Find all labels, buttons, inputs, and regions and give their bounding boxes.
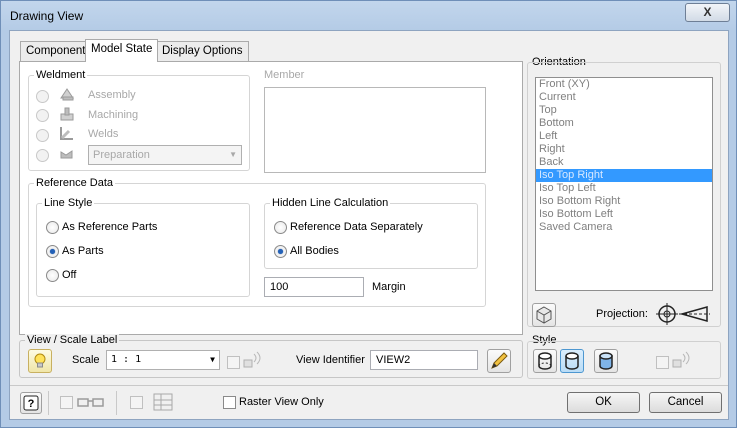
weldment-welds-label: Welds bbox=[88, 128, 119, 140]
model-state-panel: Weldment Assembly Machining Welds Prepar… bbox=[19, 61, 523, 335]
pencil-icon bbox=[491, 352, 508, 369]
as-reference-parts-label: As Reference Parts bbox=[62, 221, 158, 233]
footer-separator bbox=[48, 391, 49, 415]
scale-label-icon bbox=[243, 351, 261, 368]
scale-select[interactable]: 1 : 1 ▼ bbox=[106, 350, 220, 370]
custom-view-icon bbox=[536, 306, 552, 324]
associative-checkbox[interactable] bbox=[130, 396, 143, 409]
weldment-assembly-label: Assembly bbox=[88, 89, 136, 101]
all-bodies-radio[interactable] bbox=[274, 245, 287, 258]
tab-model-state[interactable]: Model State bbox=[85, 39, 159, 62]
weldment-machining-label: Machining bbox=[88, 109, 139, 121]
view-scale-label: View / Scale Label bbox=[25, 334, 120, 346]
title-bar[interactable]: Drawing View X bbox=[1, 1, 736, 31]
chevron-down-icon: ▼ bbox=[229, 150, 237, 159]
scale-visibility-checkbox[interactable] bbox=[227, 356, 240, 369]
preparation-icon bbox=[60, 150, 73, 159]
all-bodies-label: All Bodies bbox=[290, 245, 339, 257]
edit-view-label-button[interactable] bbox=[487, 349, 511, 373]
reference-data-separately-radio[interactable] bbox=[274, 221, 287, 234]
orientation-item-front-xy[interactable]: Front (XY) bbox=[536, 78, 712, 91]
window-title: Drawing View bbox=[10, 9, 84, 23]
tab-display-options[interactable]: Display Options bbox=[156, 41, 249, 61]
orientation-item-iso-bottom-right[interactable]: Iso Bottom Right bbox=[536, 195, 712, 208]
orientation-item-top[interactable]: Top bbox=[536, 104, 712, 117]
drawing-view-dialog: Drawing View X Component Model State Dis… bbox=[0, 0, 737, 428]
scale-select-value: 1 : 1 bbox=[111, 354, 142, 365]
weldment-preparation-radio[interactable] bbox=[36, 149, 49, 162]
raster-view-only-checkbox[interactable] bbox=[223, 396, 236, 409]
as-parts-radio[interactable] bbox=[46, 245, 59, 258]
footer-separator bbox=[116, 391, 117, 415]
reference-data-separately-label: Reference Data Separately bbox=[290, 221, 423, 233]
orientation-item-right[interactable]: Right bbox=[536, 143, 712, 156]
style-from-base-checkbox[interactable] bbox=[656, 356, 669, 369]
as-parts-label: As Parts bbox=[62, 245, 104, 257]
hidden-line-group bbox=[264, 203, 478, 269]
svg-text:?: ? bbox=[28, 398, 35, 410]
off-radio[interactable] bbox=[46, 269, 59, 282]
scale-label: Scale bbox=[72, 354, 100, 366]
weldment-machining-radio[interactable] bbox=[36, 109, 49, 122]
reference-data-label: Reference Data bbox=[34, 177, 116, 189]
footer-divider bbox=[10, 385, 728, 386]
orientation-item-left[interactable]: Left bbox=[536, 130, 712, 143]
table-layout-icon bbox=[153, 393, 173, 411]
tab-component[interactable]: Component bbox=[20, 41, 92, 61]
raster-view-only-label: Raster View Only bbox=[239, 396, 324, 408]
margin-label: Margin bbox=[372, 281, 406, 293]
dialog-body: Component Model State Display Options We… bbox=[9, 30, 729, 420]
orientation-item-current[interactable]: Current bbox=[536, 91, 712, 104]
hidden-line-label: Hidden Line Calculation bbox=[270, 197, 391, 209]
cylinder-hidden-removed-icon bbox=[565, 352, 579, 370]
projection-label: Projection: bbox=[596, 308, 648, 320]
cylinder-hidden-line-icon bbox=[538, 352, 552, 370]
member-label: Member bbox=[264, 69, 305, 81]
view-identifier-label: View Identifier bbox=[296, 354, 365, 366]
as-reference-parts-radio[interactable] bbox=[46, 221, 59, 234]
label-visibility-button[interactable] bbox=[28, 349, 52, 373]
weldment-assembly-radio[interactable] bbox=[36, 90, 49, 103]
orientation-item-saved-camera[interactable]: Saved Camera bbox=[536, 221, 712, 234]
close-button[interactable]: X bbox=[685, 3, 730, 22]
off-label: Off bbox=[62, 269, 77, 281]
ok-button[interactable]: OK bbox=[567, 392, 640, 413]
chevron-down-icon: ▼ bbox=[210, 355, 215, 364]
orientation-item-back[interactable]: Back bbox=[536, 156, 712, 169]
lightbulb-icon bbox=[34, 353, 46, 368]
preparation-select-value: Preparation bbox=[93, 149, 150, 161]
orientation-item-iso-top-left[interactable]: Iso Top Left bbox=[536, 182, 712, 195]
help-icon: ? bbox=[23, 395, 39, 411]
orientation-item-bottom[interactable]: Bottom bbox=[536, 117, 712, 130]
shaded-style-button[interactable] bbox=[594, 349, 618, 373]
view-identifier-input[interactable]: VIEW2 bbox=[370, 350, 478, 370]
style-from-base-icon bbox=[672, 351, 690, 368]
sketch-checkbox[interactable] bbox=[60, 396, 73, 409]
cylinder-shaded-icon bbox=[599, 352, 613, 370]
assembly-icon bbox=[60, 88, 74, 101]
help-button[interactable]: ? bbox=[20, 392, 42, 414]
orientation-item-iso-top-right[interactable]: Iso Top Right bbox=[536, 169, 712, 182]
orientation-item-iso-bottom-left[interactable]: Iso Bottom Left bbox=[536, 208, 712, 221]
machining-icon bbox=[60, 107, 74, 121]
glasses-icon bbox=[77, 398, 104, 407]
welds-icon bbox=[60, 127, 73, 140]
weldment-group-label: Weldment bbox=[34, 69, 88, 81]
line-style-label: Line Style bbox=[42, 197, 95, 209]
cancel-button[interactable]: Cancel bbox=[649, 392, 722, 413]
weldment-welds-radio[interactable] bbox=[36, 129, 49, 142]
projection-icon[interactable] bbox=[655, 301, 711, 327]
hidden-line-removed-button[interactable] bbox=[560, 349, 584, 373]
custom-view-button[interactable] bbox=[532, 303, 556, 327]
member-list[interactable] bbox=[264, 87, 486, 173]
orientation-list[interactable]: Front (XY) Current Top Bottom Left Right… bbox=[535, 77, 713, 291]
preparation-select[interactable]: Preparation ▼ bbox=[88, 145, 242, 165]
margin-input[interactable]: 100 bbox=[264, 277, 364, 297]
hidden-line-style-button[interactable] bbox=[533, 349, 557, 373]
